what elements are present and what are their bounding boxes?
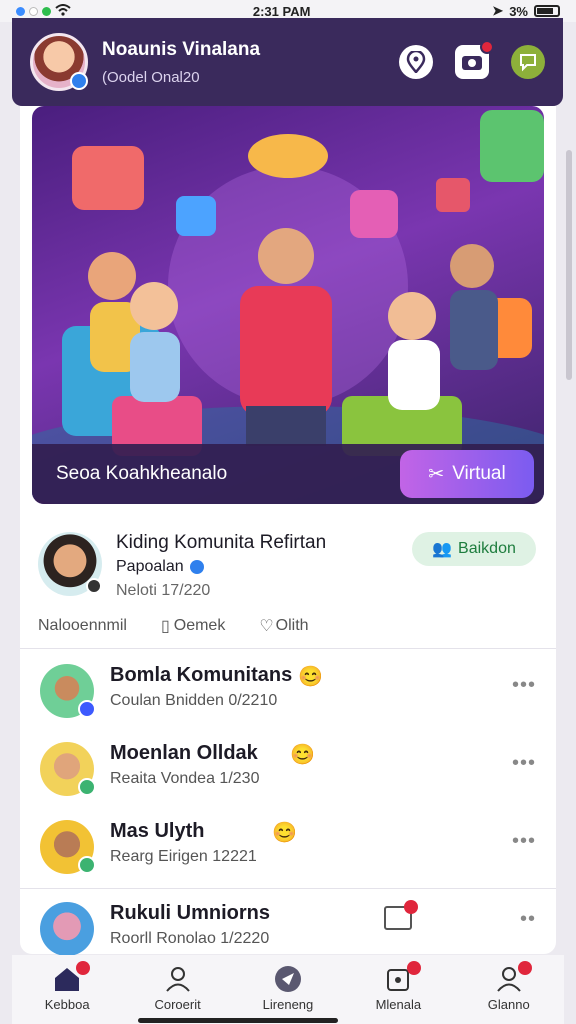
verified-icon [189, 560, 204, 574]
comment-label: Oemek [173, 617, 226, 634]
community-avatar [40, 820, 96, 874]
camera-button[interactable] [455, 40, 494, 79]
notification-badge [76, 961, 91, 975]
avatar-badge-icon [70, 72, 88, 90]
ribbon-icon: ✂ [428, 463, 445, 485]
list-item[interactable]: Bomla Komunitans 😊 Coulan Bnidden 0/2210… [40, 664, 540, 724]
nav-messages[interactable]: Mlenala [348, 961, 448, 1012]
lock-icon [383, 961, 422, 993]
nav-label: Lireneng [262, 997, 314, 1012]
compass-icon [273, 965, 303, 993]
hero-title: Seoa Koahkheanalo [56, 463, 228, 484]
post-title: Kiding Komunita Refirtan [116, 532, 327, 553]
heart-icon: ♡ [259, 618, 274, 635]
community-avatar [40, 664, 96, 718]
chat-button[interactable] [511, 45, 545, 79]
profile-avatar[interactable] [30, 33, 88, 91]
bottom-navigation: Kebboa Coroerit Lireneng Mlenala Glanno [12, 955, 564, 1024]
follow-button[interactable]: 👥 Baikdon [412, 532, 536, 566]
status-dot [16, 6, 25, 16]
status-dot [42, 6, 51, 16]
more-options-icon[interactable]: ••• [512, 830, 536, 853]
mail-icon[interactable] [384, 900, 418, 930]
virtual-button-label: Virtual [452, 463, 506, 484]
list-item-subtitle: Reaita Vondea 1/230 [110, 770, 260, 787]
nav-label: Mlenala [375, 997, 422, 1012]
smile-emoji-icon: 😊 [272, 822, 297, 844]
user-name: Noaunis Vinalana [102, 38, 261, 60]
post-actions: Nalooennmil ▯ Oemek ♡ Olith [38, 616, 309, 636]
nav-label: Coroerit [154, 997, 201, 1012]
author-avatar[interactable] [38, 532, 102, 596]
status-dot [29, 6, 38, 16]
author-name: Papoalan [116, 558, 184, 575]
wifi-icon [55, 3, 71, 19]
list-item-title: Moenlan Olldak [110, 742, 258, 764]
like-label: Olith [275, 617, 309, 634]
location-arrow-icon: ➤ [492, 3, 504, 18]
divider [20, 888, 556, 889]
list-item-title: Rukuli Umniorns [110, 902, 271, 924]
avatar-status-icon [78, 856, 96, 874]
nav-label: Glanno [487, 997, 530, 1012]
home-indicator [138, 1018, 338, 1023]
nav-profile[interactable]: Glanno [459, 961, 559, 1012]
notification-badge [404, 900, 418, 914]
hero-footer: Seoa Koahkheanalo ✂ Virtual [32, 444, 544, 504]
like-action[interactable]: ♡ Olith [259, 616, 308, 636]
avatar-status-icon [78, 700, 96, 718]
avatar-status-icon [78, 778, 96, 796]
more-options-icon[interactable]: ••• [512, 752, 536, 775]
list-item[interactable]: Rukuli Umniorns Roorll Ronolao 1/2220 •• [40, 900, 540, 962]
list-item-subtitle: Rearg Eirigen 12221 [110, 848, 257, 865]
follow-button-label: Baikdon [458, 540, 516, 557]
scrollbar[interactable] [566, 150, 572, 380]
list-item-subtitle: Coulan Bnidden 0/2210 [110, 692, 278, 709]
nav-label: Kebboa [44, 997, 90, 1012]
location-pin-icon [406, 51, 426, 73]
status-time: 2:31 PAM [252, 3, 311, 19]
list-item-subtitle: Roorll Ronolao 1/2220 [110, 930, 270, 947]
profile-icon [494, 961, 532, 993]
list-item-title: Bomla Komunitans [110, 664, 293, 686]
notification-badge [480, 40, 494, 54]
person-icon [163, 965, 193, 993]
smile-emoji-icon: 😊 [298, 666, 323, 688]
smile-emoji-icon: 😊 [290, 744, 315, 766]
nav-home[interactable]: Kebboa [17, 961, 117, 1012]
nav-contacts[interactable]: Coroerit [128, 965, 228, 1012]
app-header: Noaunis Vinalana (Oodel Onal20 [12, 18, 563, 106]
more-options-icon[interactable]: ••• [512, 674, 536, 697]
user-subtitle: (Oodel Onal20 [102, 68, 200, 86]
list-item[interactable]: Mas Ulyth 😊 Rearg Eirigen 12221 ••• [40, 820, 540, 880]
divider [20, 648, 556, 649]
post-date: Neloti 17/220 [116, 582, 211, 599]
people-icon: 👥 [432, 541, 453, 558]
chat-bubble-icon [520, 54, 536, 72]
home-icon [52, 961, 91, 993]
virtual-button[interactable]: ✂ Virtual [400, 450, 534, 498]
avatar-status-icon [86, 578, 102, 594]
action-item[interactable]: Nalooennmil [38, 616, 127, 636]
battery-percent: 3% [509, 3, 528, 19]
list-item[interactable]: Moenlan Olldak 😊 Reaita Vondea 1/230 ••• [40, 742, 540, 802]
window-dots [16, 3, 71, 19]
list-item-title: Mas Ulyth [110, 820, 205, 842]
camera-icon [462, 56, 482, 70]
battery-icon [533, 5, 560, 17]
community-avatar [40, 902, 94, 956]
hero-banner[interactable]: Seoa Koahkheanalo ✂ Virtual [32, 106, 544, 504]
comment-icon: ▯ [160, 618, 170, 635]
notification-badge [517, 961, 532, 975]
notification-badge [407, 961, 422, 975]
community-avatar [40, 742, 96, 796]
location-button[interactable] [399, 45, 433, 79]
comment-action[interactable]: ▯ Oemek [161, 616, 225, 636]
nav-explore[interactable]: Lireneng [238, 965, 338, 1012]
thumbs-up-more-icon[interactable]: •• [520, 908, 536, 931]
